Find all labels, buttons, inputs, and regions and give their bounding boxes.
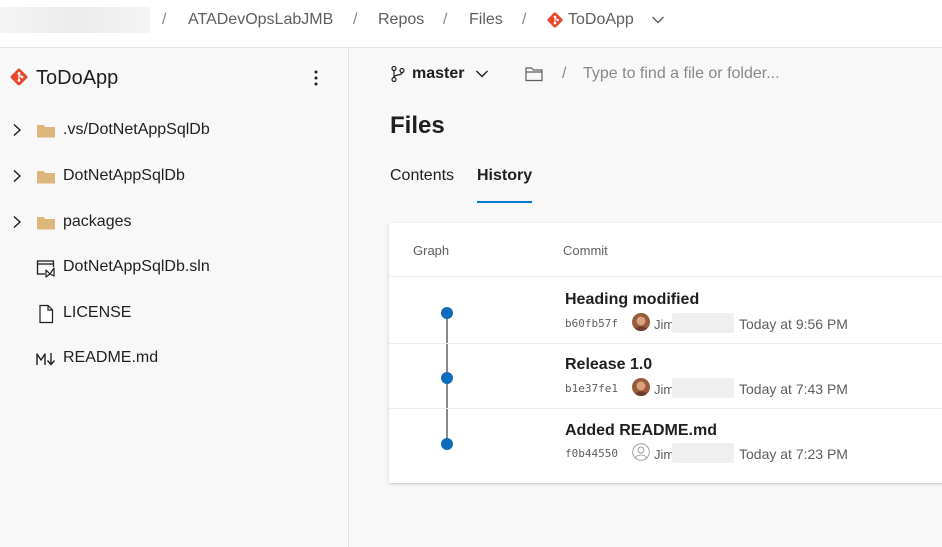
author-surname-redacted bbox=[672, 443, 734, 463]
tab-contents[interactable]: Contents bbox=[390, 167, 454, 203]
row-divider bbox=[389, 408, 942, 409]
commit-message[interactable]: Release 1.0 bbox=[565, 356, 652, 374]
commit-time: Today at 7:23 PM bbox=[739, 446, 848, 462]
chevron-right-icon[interactable] bbox=[11, 169, 23, 183]
main-content: master / Files Contents History Graph Co… bbox=[350, 48, 942, 547]
breadcrumb-repos[interactable]: Repos bbox=[378, 11, 424, 29]
tree-item-solution-file[interactable]: DotNetAppSqlDb.sln bbox=[0, 248, 349, 288]
tree-item-label: LICENSE bbox=[63, 304, 132, 321]
breadcrumb-files[interactable]: Files bbox=[469, 11, 503, 29]
breadcrumb-project[interactable]: ATADevOpsLabJMB bbox=[188, 11, 333, 29]
chevron-right-icon[interactable] bbox=[11, 215, 23, 229]
more-options-icon[interactable] bbox=[306, 66, 326, 90]
file-tree-sidebar: ToDoApp .vs/DotNetAppSqlDb DotNetAppSqlD… bbox=[0, 48, 349, 547]
path-separator: / bbox=[562, 65, 567, 82]
history-card: Graph Commit Heading modified b60fb57f J… bbox=[389, 223, 942, 483]
tab-history[interactable]: History bbox=[477, 167, 533, 203]
tree-item-label: README.md bbox=[63, 349, 159, 366]
chevron-right-icon[interactable] bbox=[11, 123, 23, 137]
tree-item-label: .vs/DotNetAppSqlDb bbox=[63, 121, 210, 138]
column-header-graph: Graph bbox=[413, 243, 450, 258]
tree-item-readme-file[interactable]: README.md bbox=[0, 339, 349, 379]
commit-time: Today at 7:43 PM bbox=[739, 381, 848, 397]
commit-hash[interactable]: b60fb57f bbox=[565, 317, 618, 330]
tree-item-dotnetappsqldb-folder[interactable]: DotNetAppSqlDb bbox=[0, 157, 349, 197]
document-icon bbox=[39, 304, 54, 324]
commit-hash[interactable]: b1e37fe1 bbox=[565, 382, 618, 395]
tree-item-vs-folder[interactable]: .vs/DotNetAppSqlDb bbox=[0, 111, 349, 151]
tree-item-label: DotNetAppSqlDb bbox=[63, 167, 185, 184]
branch-selector[interactable]: master bbox=[412, 65, 464, 83]
column-header-commit: Commit bbox=[563, 243, 608, 258]
folder-icon bbox=[37, 217, 55, 230]
header-divider bbox=[389, 276, 942, 277]
tree-item-label: packages bbox=[63, 213, 132, 230]
breadcrumb-separator: / bbox=[353, 11, 358, 28]
chevron-down-icon[interactable] bbox=[475, 68, 489, 80]
page-title: Files bbox=[390, 112, 445, 139]
tree-item-label: DotNetAppSqlDb.sln bbox=[63, 258, 210, 275]
organization-name-redacted[interactable] bbox=[0, 7, 150, 33]
commit-message[interactable]: Added README.md bbox=[565, 422, 717, 440]
author-avatar bbox=[632, 313, 650, 331]
folder-icon bbox=[37, 125, 55, 138]
author-surname-redacted bbox=[672, 313, 734, 333]
author-avatar bbox=[632, 378, 650, 396]
author-surname-redacted bbox=[672, 378, 734, 398]
commit-time: Today at 9:56 PM bbox=[739, 316, 848, 332]
visual-studio-solution-icon bbox=[36, 260, 55, 278]
breadcrumb-repository[interactable]: ToDoApp bbox=[568, 11, 634, 29]
commit-hash[interactable]: f0b44550 bbox=[565, 447, 618, 460]
tree-item-packages-folder[interactable]: packages bbox=[0, 203, 349, 243]
branch-icon bbox=[391, 65, 405, 83]
author-avatar-placeholder bbox=[632, 443, 650, 461]
folder-outline-icon[interactable] bbox=[525, 66, 543, 82]
markdown-icon bbox=[36, 353, 56, 366]
repo-title[interactable]: ToDoApp bbox=[36, 67, 118, 90]
git-repo-icon bbox=[10, 68, 28, 86]
row-divider bbox=[389, 343, 942, 344]
top-breadcrumb-bar: / ATADevOpsLabJMB / Repos / Files / ToDo… bbox=[0, 0, 942, 48]
folder-icon bbox=[37, 171, 55, 184]
commit-graph-node bbox=[441, 438, 453, 450]
git-repo-icon bbox=[547, 12, 563, 28]
chevron-down-icon[interactable] bbox=[651, 13, 665, 27]
breadcrumb-separator: / bbox=[443, 11, 448, 28]
breadcrumb-separator: / bbox=[522, 11, 527, 28]
commit-graph-node bbox=[441, 307, 453, 319]
breadcrumb-separator: / bbox=[162, 11, 167, 28]
file-search-input[interactable] bbox=[583, 61, 873, 87]
commit-graph-node bbox=[441, 372, 453, 384]
commit-message[interactable]: Heading modified bbox=[565, 291, 699, 309]
tree-item-license-file[interactable]: LICENSE bbox=[0, 294, 349, 334]
